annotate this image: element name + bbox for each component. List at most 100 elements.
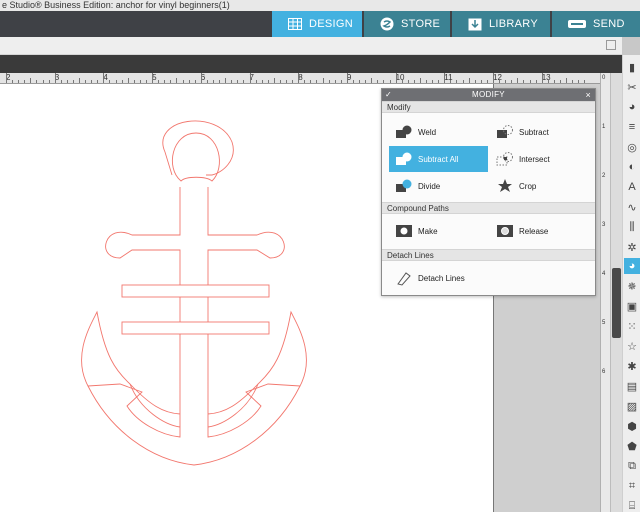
ruler-tick	[158, 80, 160, 83]
ruler-tick	[438, 80, 440, 83]
scrollbar-thumb[interactable]	[612, 268, 621, 338]
ruler-tick	[566, 78, 568, 83]
align-icon[interactable]: ⫼	[624, 219, 640, 235]
replicate-icon[interactable]: ✲	[624, 239, 640, 255]
close-icon[interactable]: ×	[585, 89, 591, 101]
tab-library-label: LIBRARY	[489, 18, 538, 30]
ruler-tick	[511, 80, 513, 83]
weld-icon	[396, 125, 412, 138]
vertical-ruler-label: 4	[602, 271, 606, 277]
subtract-all-icon	[396, 152, 412, 165]
ruler-tick	[328, 80, 330, 83]
vertical-ruler-label: 0	[602, 75, 606, 81]
fill-color-icon[interactable]: ◕	[624, 99, 640, 115]
ruler-tick	[468, 78, 470, 83]
star-icon[interactable]: ☆	[624, 338, 640, 354]
ruler-tick	[444, 73, 446, 83]
cutter-icon	[568, 20, 586, 28]
page-settings-icon[interactable]: ▮	[624, 59, 640, 75]
vertical-ruler-label: 3	[602, 222, 606, 228]
crop-icon	[498, 179, 512, 192]
offset-icon[interactable]: ◎	[624, 139, 640, 155]
intersect-label: Intersect	[519, 154, 550, 164]
cut-settings-icon[interactable]: ✂	[624, 79, 640, 95]
vertical-scrollbar[interactable]	[610, 73, 622, 512]
ruler-tick	[170, 80, 172, 83]
crop-button[interactable]: Crop	[490, 173, 590, 199]
ruler-tick	[24, 80, 26, 83]
star-burst-icon[interactable]: ✵	[624, 278, 640, 294]
ruler-tick	[152, 73, 154, 83]
section-modify: Modify	[382, 101, 595, 113]
collapse-caret-icon[interactable]: ✓	[385, 89, 392, 101]
line-style-icon[interactable]: ≡	[624, 119, 640, 135]
subtract-all-button[interactable]: Subtract All	[389, 146, 488, 172]
anchor-crossbar-bottom	[121, 321, 270, 335]
ruler-tick	[462, 80, 464, 83]
layers-icon[interactable]: ▤	[624, 378, 640, 394]
transform-icon[interactable]: ▣	[624, 298, 640, 314]
intersect-button[interactable]: Intersect	[490, 146, 590, 172]
text-style-icon[interactable]: A	[624, 179, 640, 195]
weld-label: Weld	[418, 127, 437, 137]
divide-button[interactable]: Divide	[389, 173, 487, 199]
ruler-tick	[261, 80, 263, 83]
ruler-tick	[572, 80, 574, 83]
ruler-tick	[30, 78, 32, 83]
modify-icon[interactable]: ◕	[624, 258, 640, 274]
ruler-tick	[359, 80, 361, 83]
crop-label: Crop	[519, 181, 537, 191]
strip-close-icon[interactable]	[606, 40, 616, 50]
tab-design[interactable]: DESIGN	[272, 11, 362, 37]
ruler-tick	[389, 80, 391, 83]
ruler-tick	[310, 80, 312, 83]
ruler-tick	[79, 78, 81, 83]
ruler-tick	[146, 80, 147, 83]
detach-lines-button[interactable]: Detach Lines	[389, 265, 509, 291]
sparkle-icon[interactable]: ✱	[624, 358, 640, 374]
sketch-icon[interactable]: ∿	[624, 199, 640, 215]
subtract-label: Subtract	[519, 127, 549, 137]
ruler-tick	[139, 80, 141, 83]
panel-header[interactable]: ✓ MODIFY ×	[382, 89, 595, 101]
vertical-ruler-label: 1	[602, 124, 606, 130]
subtract-button[interactable]: Subtract	[490, 119, 590, 145]
folding-icon[interactable]: ⧉	[624, 458, 640, 474]
transparency-icon[interactable]: ◐	[624, 159, 640, 175]
divide-icon	[396, 179, 412, 192]
top-navigation: DESIGN STORE LIBRARY SEND	[0, 11, 640, 37]
ruler-tick	[249, 73, 251, 83]
tab-library[interactable]: LIBRARY	[452, 11, 550, 37]
modify-panel: ✓ MODIFY × Modify Weld Subtract Subtract…	[381, 88, 596, 296]
vertical-ruler-label: 2	[602, 173, 606, 179]
make-label: Make	[418, 226, 438, 236]
rhinestone-icon[interactable]: ⁙	[624, 318, 640, 334]
ruler-tick	[371, 78, 373, 83]
section-detach-lines: Detach Lines	[382, 249, 595, 261]
make-compound-button[interactable]: Make	[389, 218, 487, 244]
ruler-tick	[182, 80, 184, 83]
tab-store[interactable]: STORE	[364, 11, 450, 37]
ruler-tick	[85, 80, 87, 83]
subtract-all-label: Subtract All	[418, 154, 459, 164]
release-compound-button[interactable]: Release	[490, 218, 590, 244]
ruler-tick	[286, 80, 288, 83]
ruler-tick	[553, 80, 555, 83]
ruler-tick	[18, 80, 20, 83]
ruler-tick	[188, 80, 190, 83]
ruler-tick	[115, 80, 117, 83]
ruler-tick	[206, 80, 208, 83]
detach-lines-icon	[397, 272, 411, 286]
ruler-label: 10	[395, 73, 405, 82]
shape-icon[interactable]: ⬟	[624, 438, 640, 454]
pattern-icon[interactable]: ▨	[624, 398, 640, 414]
ruler-tick	[97, 80, 99, 83]
ruler-tick	[383, 80, 385, 83]
design-store-icon[interactable]: ⌸	[624, 498, 640, 512]
nesting-icon[interactable]: ⬢	[624, 418, 640, 434]
trace-icon[interactable]: ⌗	[624, 478, 640, 494]
vertical-ruler: 0 1 2 3 4 5 6	[600, 73, 610, 512]
weld-button[interactable]: Weld	[389, 119, 487, 145]
ruler-tick	[346, 73, 348, 83]
tab-send[interactable]: SEND	[552, 11, 640, 37]
